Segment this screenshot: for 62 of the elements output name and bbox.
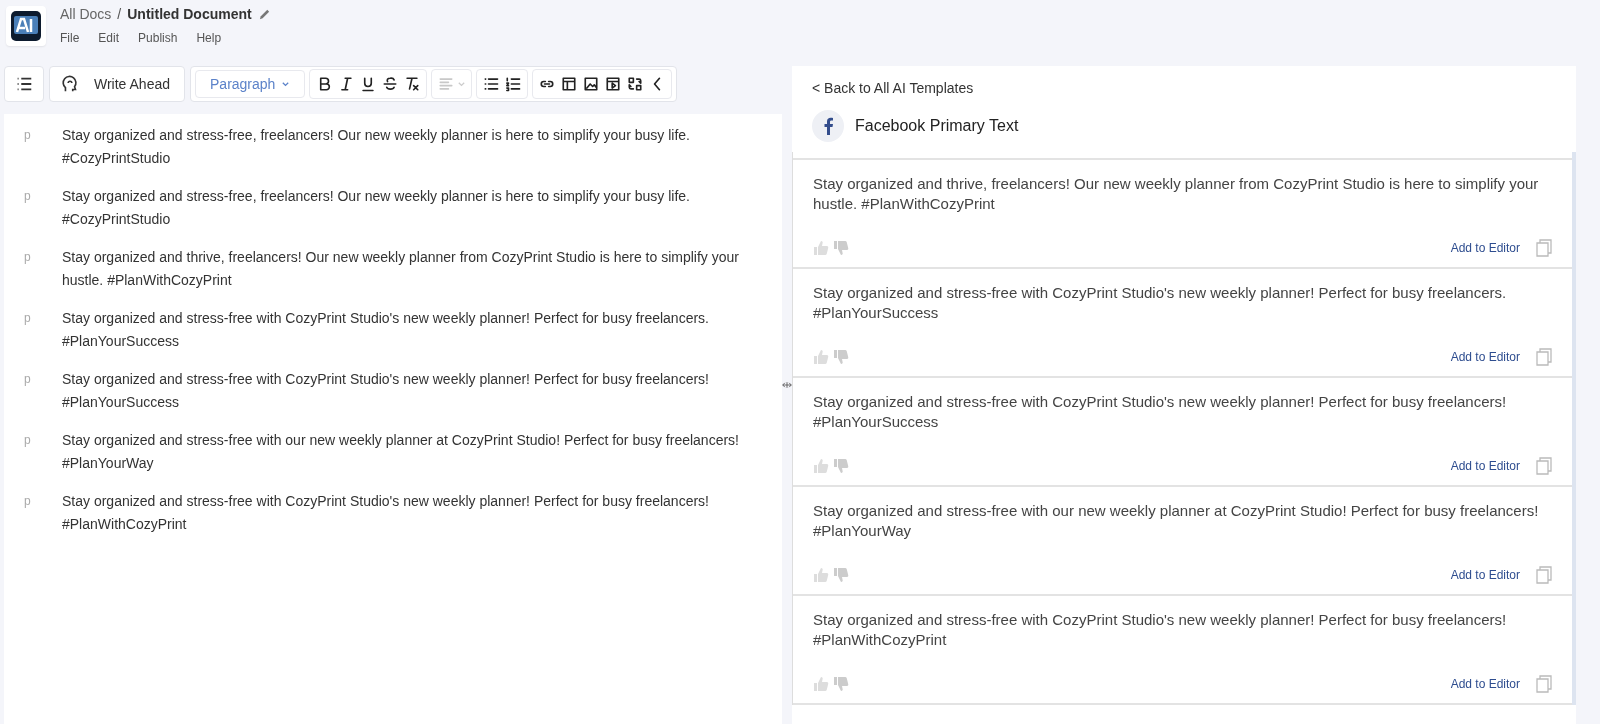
thumbs-down-icon[interactable] [833,349,849,365]
video-icon [604,75,623,93]
add-to-editor-link[interactable]: Add to Editor [1450,677,1520,691]
paragraph-text: Stay organized and thrive, freelancers! Our new weekly planner from CozyPrint Studio is here to simplify your hustle. #PlanWithCozyPrint [62,248,740,290]
thumbs-up-icon[interactable] [813,676,829,692]
paragraph-text: Stay organized and stress-free with CozyPrint Studio's new weekly planner! Perfect for busy freelancers! #PlanYourSuccess [62,370,710,412]
write-ahead-button[interactable]: Write Ahead [49,66,185,102]
thumbs-up-icon[interactable] [813,349,829,365]
bullets-icon [482,75,501,93]
resize-handle-icon[interactable] [782,380,792,390]
swap-icon [626,75,645,93]
block-tag: p [4,368,62,414]
outline-button[interactable] [4,66,44,102]
facebook-icon [812,110,844,142]
block-tag: p [4,429,62,475]
breadcrumb-link[interactable]: All Docs [60,6,112,22]
result-text: Stay organized and stress-free with CozyPrint Studio's new weekly planner! Perfect for busy freelancers! #PlanYourSuccess [813,392,1508,432]
menu-item[interactable]: Help [196,31,222,45]
head-icon [60,74,80,94]
result-text: Stay organized and thrive, freelancers! Our new weekly planner from CozyPrint Studio is here to simplify your hustle. #PlanWithCozyPrint [813,174,1540,214]
app-logo[interactable] [6,6,46,46]
result-text: Stay organized and stress-free with our new weekly planner at CozyPrint Studio! Perfect for busy freelancers! #PlanYourWay [813,501,1540,541]
numbers-icon [504,75,523,93]
back-link[interactable]: < Back to All AI Templates [812,80,1556,96]
image-icon [582,75,601,93]
add-to-editor-link[interactable]: Add to Editor [1450,241,1520,255]
editor-panel[interactable] [4,114,782,724]
caret-icon [281,79,291,89]
paragraph-text: Stay organized and stress-free with our new weekly planner at CozyPrint Studio! Perfect for busy freelancers! #PlanYourWay [62,431,740,473]
block-tag: p [4,185,62,231]
thumbs-down-icon[interactable] [833,240,849,256]
menu-item[interactable]: File [60,31,80,45]
paragraph-text: Stay organized and stress-free, freelancers! Our new weekly planner is here to simplify your busy life. #CozyPrintStudio [62,126,691,168]
add-to-editor-link[interactable]: Add to Editor [1450,350,1520,364]
clear-icon [403,75,422,93]
document-title[interactable]: Untitled Document [127,6,252,22]
result-text: Stay organized and stress-free with CozyPrint Studio's new weekly planner! Perfect for busy freelancers. #PlanYourSuccess [813,283,1508,323]
block-tag: p [4,490,62,536]
template-title: Facebook Primary Text [855,117,1019,135]
paragraph-text: Stay organized and stress-free with CozyPrint Studio's new weekly planner! Perfect for busy freelancers! #PlanWithCozyPrint [62,492,710,534]
thumbs-down-icon[interactable] [833,676,849,692]
table-icon [560,75,579,93]
block-tag: p [4,124,62,170]
thumbs-up-icon[interactable] [813,567,829,583]
result-text: Stay organized and stress-free with CozyPrint Studio's new weekly planner! Perfect for busy freelancers! #PlanWithCozyPrint [813,610,1508,650]
thumbs-up-icon[interactable] [813,240,829,256]
thumbs-up-icon[interactable] [813,458,829,474]
block-tag: p [4,307,62,353]
menu-item[interactable]: Publish [138,31,178,45]
logo-icon [10,10,42,42]
thumbs-down-icon[interactable] [833,567,849,583]
caret-icon [457,79,467,89]
thumbs-down-icon[interactable] [833,458,849,474]
add-to-editor-link[interactable]: Add to Editor [1450,568,1520,582]
add-to-editor-link[interactable]: Add to Editor [1450,459,1520,473]
pencil-icon[interactable] [257,7,271,21]
paragraph-text: Stay organized and stress-free, freelancers! Our new weekly planner is here to simplify your busy life. #CozyPrintStudio [62,187,691,229]
menu-item[interactable]: Edit [98,31,120,45]
paragraph-dropdown[interactable]: Paragraph [195,70,306,98]
paragraph-text: Stay organized and stress-free with CozyPrint Studio's new weekly planner! Perfect for busy freelancers. #PlanYourSuccess [62,309,710,351]
block-tag: p [4,246,62,292]
breadcrumb-separator: / [117,6,122,22]
